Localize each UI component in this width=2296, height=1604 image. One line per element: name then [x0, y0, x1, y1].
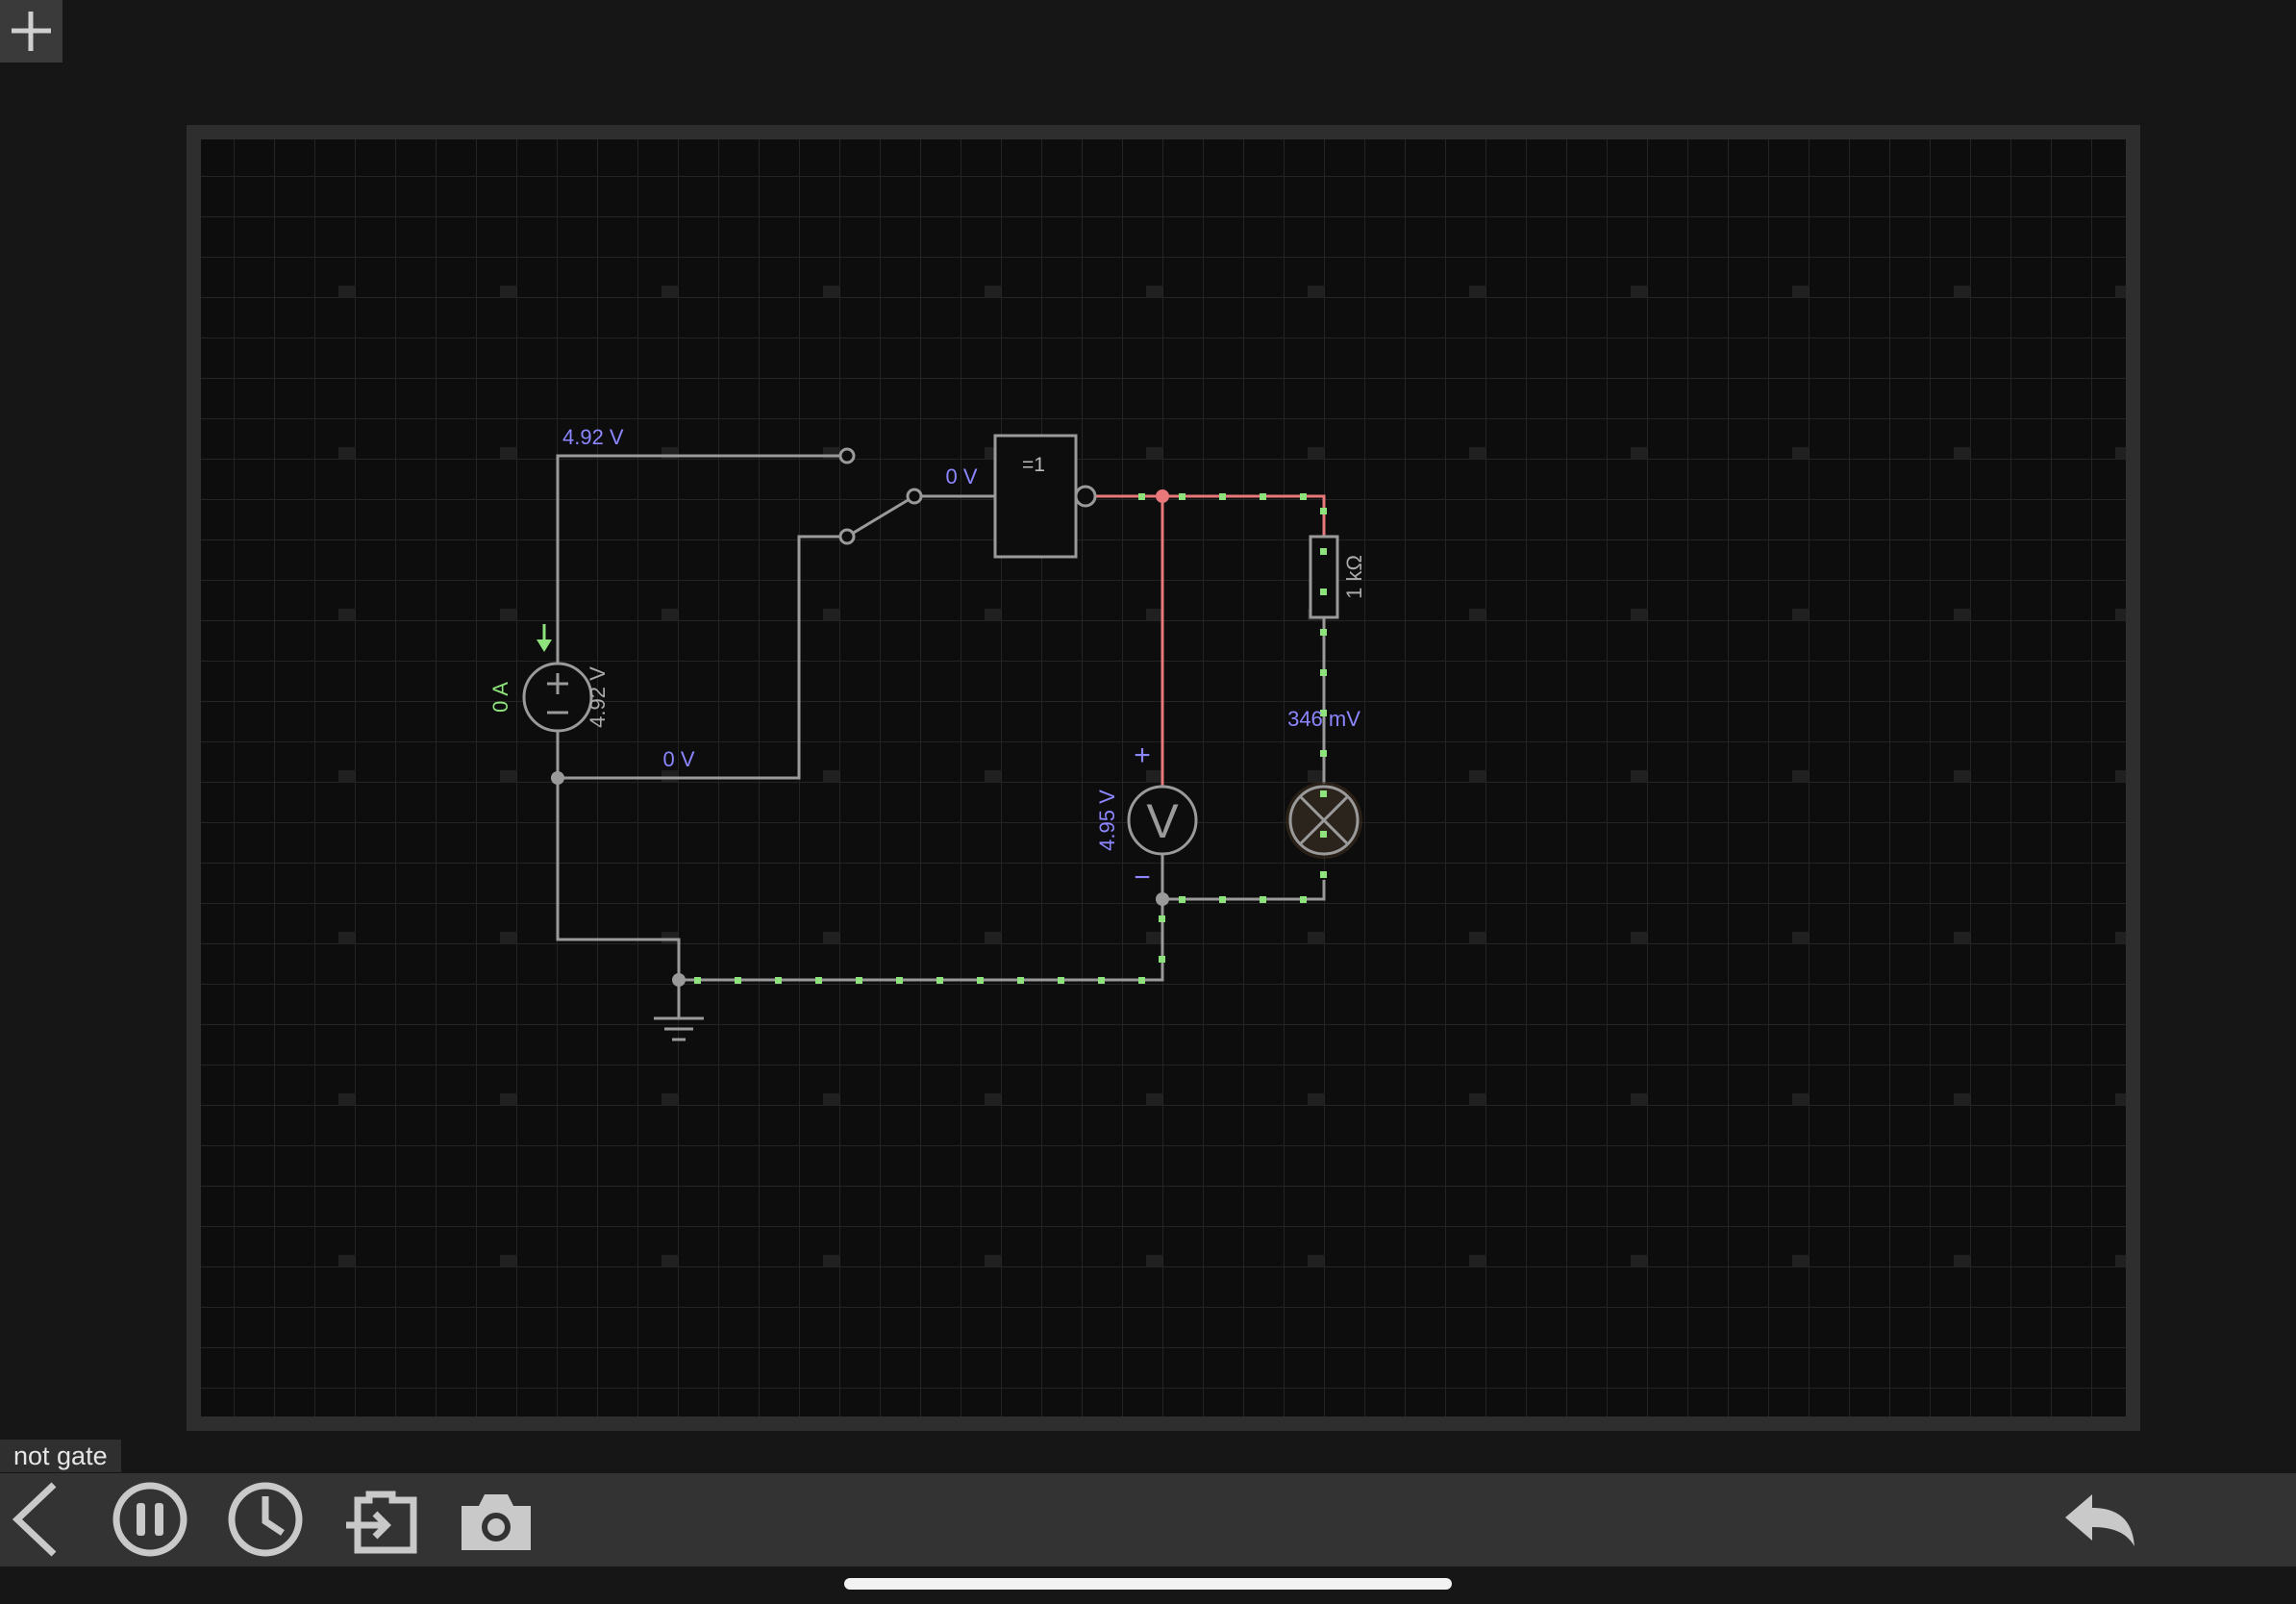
add-component-button[interactable] [0, 0, 62, 63]
ground-wire-voltage-label: 0 V [662, 747, 694, 771]
not-gate-bubble [1074, 485, 1097, 508]
camera-icon [462, 1494, 531, 1550]
pause-button[interactable] [108, 1473, 192, 1566]
pause-circle-icon [112, 1482, 187, 1557]
not-gate-symbol: =1 [1022, 454, 1045, 476]
undo-button[interactable] [2058, 1473, 2142, 1566]
voltmeter-minus-label: − [1134, 862, 1151, 893]
export-icon [346, 1491, 417, 1554]
voltmeter-plus-label: + [1134, 739, 1151, 771]
home-indicator [844, 1578, 1452, 1590]
source-voltage-label: 4.92 V [586, 666, 610, 728]
source-current-label: 0 A [488, 682, 512, 713]
simulation-speed-button[interactable] [223, 1473, 308, 1566]
back-button[interactable] [0, 1473, 67, 1566]
circuit-board[interactable]: =1 4.92 V 0 A 1 kΩ V + − 4.95 V 4.92 V 0… [201, 139, 2126, 1416]
switch-terminal-top [838, 447, 856, 464]
junction-node [551, 771, 564, 785]
voltmeter-reading: 4.95 V [1095, 789, 1119, 851]
clock-icon [228, 1482, 303, 1557]
plus-icon [12, 12, 51, 51]
bottom-toolbar [0, 1473, 2296, 1566]
junction-node [1156, 489, 1169, 503]
resistor-label: 1 kΩ [1342, 555, 1366, 599]
export-button[interactable] [338, 1473, 423, 1566]
switch-terminal-common [906, 488, 923, 505]
undo-icon [2065, 1494, 2134, 1546]
lamp-component[interactable] [1285, 782, 1362, 859]
switch-terminal-bottom [838, 528, 856, 545]
voltmeter-symbol: V [1146, 794, 1179, 848]
circuit-canvas[interactable]: =1 4.92 V 0 A 1 kΩ V + − 4.95 V 4.92 V 0… [201, 139, 2126, 1416]
chevron-left-icon [12, 1482, 57, 1557]
screenshot-button[interactable] [454, 1473, 538, 1566]
supply-wire-voltage-label: 4.92 V [562, 425, 624, 449]
lamp-voltage-label: 346 mV [1287, 707, 1360, 731]
circuit-name-label: not gate [0, 1440, 121, 1472]
gate-input-voltage-label: 0 V [945, 464, 977, 489]
